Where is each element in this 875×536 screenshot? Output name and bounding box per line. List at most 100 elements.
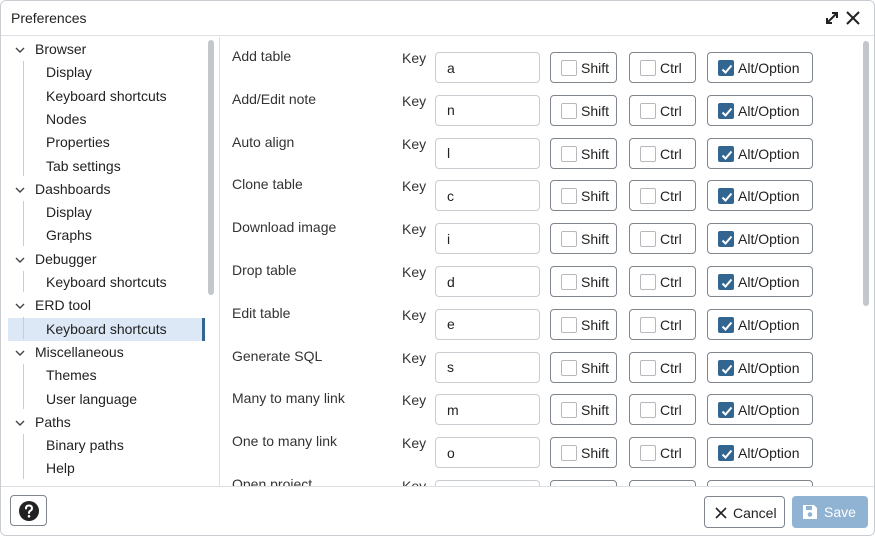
alt-option-checkbox[interactable]: Alt/Option [707,52,813,83]
checkbox-empty-icon[interactable] [640,359,656,376]
tree-item[interactable]: Graphs [8,224,205,247]
tree-item[interactable]: Nodes [8,108,205,131]
cancel-button[interactable]: Cancel [704,496,785,528]
chevron-down-icon[interactable] [15,38,35,61]
key-input[interactable] [435,394,540,426]
content-scrollbar[interactable] [863,41,869,306]
tree-item[interactable]: Binary paths [8,434,205,457]
checkmark-icon[interactable] [718,402,734,419]
checkbox-empty-icon[interactable] [561,402,577,419]
tree-group[interactable]: Paths [15,411,205,434]
tree-group[interactable]: Browser [15,38,205,61]
checkbox-empty-icon[interactable] [561,60,577,76]
ctrl-checkbox[interactable]: Ctrl [629,180,696,212]
alt-option-checkbox[interactable]: Alt/Option [707,266,813,297]
checkmark-icon[interactable] [718,274,734,290]
shift-checkbox[interactable]: Shift [550,394,617,426]
tree-item[interactable]: Help [8,457,205,480]
close-icon[interactable] [844,9,862,27]
key-input[interactable] [435,266,540,297]
expand-icon[interactable] [823,9,841,27]
alt-option-checkbox[interactable]: Alt/Option [707,137,813,169]
alt-option-checkbox[interactable]: Alt/Option [707,308,813,340]
chevron-down-icon[interactable] [15,178,35,201]
tree-group[interactable]: ERD tool [15,294,205,317]
tree-item[interactable]: Keyboard shortcuts [8,317,205,341]
checkbox-empty-icon[interactable] [640,60,656,76]
checkbox-empty-icon[interactable] [561,359,577,376]
key-input[interactable] [435,437,540,469]
key-input[interactable] [435,137,540,169]
key-input[interactable] [435,94,540,126]
ctrl-checkbox[interactable]: Ctrl [629,137,696,169]
alt-option-checkbox[interactable]: Alt/Option [707,223,813,255]
checkbox-empty-icon[interactable] [561,188,577,205]
key-input[interactable] [435,308,540,340]
key-input[interactable] [435,351,540,383]
checkmark-icon[interactable] [718,188,734,205]
shift-checkbox[interactable]: Shift [550,137,617,169]
sidebar-scrollbar[interactable] [208,40,214,295]
checkbox-empty-icon[interactable] [561,316,577,333]
key-input[interactable] [435,180,540,212]
shift-checkbox[interactable]: Shift [550,52,617,83]
checkbox-empty-icon[interactable] [640,316,656,333]
tree-item[interactable]: Display [8,201,205,224]
save-button[interactable]: Save [792,496,868,528]
tree-item[interactable]: Display [8,61,205,84]
shift-checkbox[interactable]: Shift [550,308,617,340]
alt-option-checkbox[interactable]: Alt/Option [707,94,813,126]
checkmark-icon[interactable] [718,231,734,248]
checkbox-empty-icon[interactable] [640,102,656,119]
checkmark-icon[interactable] [718,145,734,162]
tree-group[interactable]: Dashboards [15,178,205,201]
ctrl-checkbox[interactable]: Ctrl [629,351,696,383]
tree-group[interactable]: Debugger [15,248,205,271]
key-input[interactable] [435,223,540,255]
ctrl-checkbox[interactable]: Ctrl [629,223,696,255]
shift-checkbox[interactable]: Shift [550,437,617,469]
alt-option-checkbox[interactable]: Alt/Option [707,394,813,426]
chevron-down-icon[interactable] [15,341,35,364]
ctrl-checkbox[interactable]: Ctrl [629,94,696,126]
key-input[interactable] [435,52,540,83]
shift-checkbox[interactable]: Shift [550,223,617,255]
tree-item[interactable]: Tab settings [8,155,205,178]
ctrl-checkbox[interactable]: Ctrl [629,437,696,469]
checkbox-empty-icon[interactable] [640,188,656,205]
tree-item[interactable]: Themes [8,364,205,387]
checkbox-empty-icon[interactable] [640,274,656,290]
checkbox-empty-icon[interactable] [640,402,656,419]
checkbox-empty-icon[interactable] [640,145,656,162]
tree-item[interactable]: Keyboard shortcuts [8,85,205,108]
checkmark-icon[interactable] [718,359,734,376]
ctrl-checkbox[interactable]: Ctrl [629,308,696,340]
alt-option-checkbox[interactable]: Alt/Option [707,351,813,383]
checkbox-empty-icon[interactable] [561,445,577,462]
chevron-down-icon[interactable] [15,248,35,271]
checkbox-empty-icon[interactable] [640,231,656,248]
checkbox-empty-icon[interactable] [561,102,577,119]
checkbox-empty-icon[interactable] [561,145,577,162]
shift-checkbox[interactable]: Shift [550,180,617,212]
tree-item[interactable]: Keyboard shortcuts [8,271,205,294]
shift-checkbox[interactable]: Shift [550,351,617,383]
checkmark-icon[interactable] [718,316,734,333]
tree-group[interactable]: Miscellaneous [15,341,205,364]
alt-option-checkbox[interactable]: Alt/Option [707,437,813,469]
checkmark-icon[interactable] [718,102,734,119]
checkbox-empty-icon[interactable] [561,231,577,248]
help-button[interactable] [10,495,47,526]
tree-item[interactable]: User language [8,388,205,411]
tree-item[interactable]: Properties [8,131,205,154]
checkbox-empty-icon[interactable] [561,274,577,290]
alt-option-checkbox[interactable]: Alt/Option [707,180,813,212]
shift-checkbox[interactable]: Shift [550,266,617,297]
ctrl-checkbox[interactable]: Ctrl [629,266,696,297]
checkmark-icon[interactable] [718,445,734,462]
shift-checkbox[interactable]: Shift [550,94,617,126]
ctrl-checkbox[interactable]: Ctrl [629,394,696,426]
chevron-down-icon[interactable] [15,294,35,317]
ctrl-checkbox[interactable]: Ctrl [629,52,696,83]
checkmark-icon[interactable] [718,60,734,76]
